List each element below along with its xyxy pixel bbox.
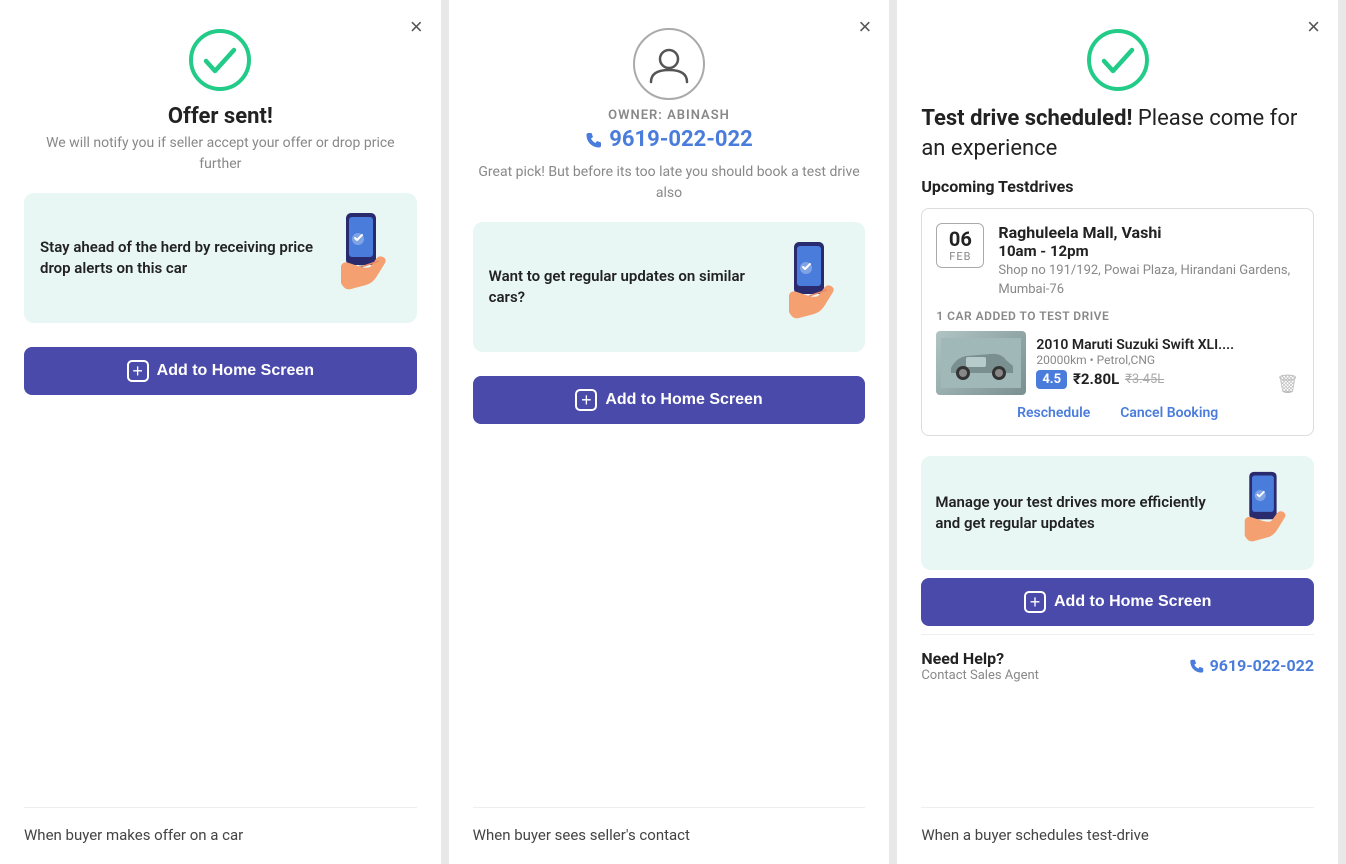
panel1-caption: When buyer makes offer on a car [24,807,417,844]
plus-icon-p1: + [127,360,149,382]
owner-phone[interactable]: 9619-022-022 [473,127,866,152]
venue-info: Raghuleela Mall, Vashi 10am - 12pm Shop … [998,223,1299,298]
add-home-screen-button-p1[interactable]: + Add to Home Screen [24,347,417,395]
updates-cta-box: Want to get regular updates on similar c… [473,222,866,352]
car-km: 20000km • Petrol,CNG [1036,353,1266,367]
help-sub: Contact Sales Agent [921,668,1039,683]
help-phone-text: 9619-022-022 [1210,656,1314,675]
date-box: 06 FEB [936,223,984,268]
venue-time: 10am - 12pm [998,242,1299,260]
owner-phone-text: 9619-022-022 [609,127,753,152]
venue-name: Raghuleela Mall, Vashi [998,223,1299,242]
car-thumbnail-image [936,331,1026,395]
close-button-panel3[interactable]: × [1307,16,1320,38]
car-name: 2010 Maruti Suzuki Swift XLI.... [1036,337,1266,353]
venue-address: Shop no 191/192, Powai Plaza, Hirandani … [998,262,1299,298]
phone-hand-illustration-p3 [1235,470,1300,556]
testdrive-title-bold: Test drive scheduled! [921,106,1132,131]
car-added-label: 1 CAR ADDED TO TEST DRIVE [936,309,1299,323]
owner-avatar [633,28,705,100]
car-info: 2010 Maruti Suzuki Swift XLI.... 20000km… [1036,337,1266,389]
add-home-label-p1: Add to Home Screen [157,362,314,380]
action-links: Reschedule Cancel Booking [936,405,1299,421]
panel-test-drive: × Test drive scheduled! Please come for … [897,0,1346,864]
plus-icon-p3: + [1024,591,1046,613]
delete-car-icon[interactable]: 🗑 [1276,374,1299,395]
panel2-caption: When buyer sees seller's contact [473,807,866,844]
manage-cta-text: Manage your test drives more efficiently… [935,492,1227,534]
add-home-screen-button-p2[interactable]: + Add to Home Screen [473,376,866,424]
cta-box-text-p1: Stay ahead of the herd by receiving pric… [40,237,321,279]
cancel-booking-link[interactable]: Cancel Booking [1120,405,1218,421]
offer-sent-subtitle: We will notify you if seller accept your… [24,133,417,175]
car-thumbnail [936,331,1026,395]
panel3-caption: When a buyer schedules test-drive [921,807,1314,844]
help-title: Need Help? [921,649,1039,668]
car-rating-badge: 4.5 [1036,370,1067,389]
help-row: Need Help? Contact Sales Agent 9619-022-… [921,634,1314,683]
testdrive-header: 06 FEB Raghuleela Mall, Vashi 10am - 12p… [936,223,1299,298]
price-drop-cta-box: Stay ahead of the herd by receiving pric… [24,193,417,323]
owner-label: OWNER: ABINASH [473,108,866,123]
add-home-screen-button-p3[interactable]: + Add to Home Screen [921,578,1314,626]
upcoming-label: Upcoming Testdrives [921,177,1314,196]
check-icon-p3 [1086,28,1150,92]
car-item: 2010 Maruti Suzuki Swift XLI.... 20000km… [936,331,1299,395]
panel-offer-sent: × Offer sent! We will notify you if sell… [0,0,449,864]
date-month: FEB [937,250,983,263]
car-price-now: ₹2.80L [1073,370,1119,388]
owner-desc: Great pick! But before its too late you … [473,162,866,204]
manage-testdrive-cta-box: Manage your test drives more efficiently… [921,456,1314,570]
add-home-label-p2: Add to Home Screen [605,391,762,409]
testdrive-card: 06 FEB Raghuleela Mall, Vashi 10am - 12p… [921,208,1314,435]
panel-seller-contact: × OWNER: ABINASH 9619-022-022 Great pick… [449,0,898,864]
car-price-old: ₹3.45L [1125,372,1164,387]
close-button-panel1[interactable]: × [410,16,423,38]
check-icon [188,28,252,92]
offer-sent-title: Offer sent! [24,104,417,129]
testdrive-title: Test drive scheduled! Please come for an… [921,104,1314,163]
plus-icon-p2: + [575,389,597,411]
car-price-row: 4.5 ₹2.80L ₹3.45L [1036,370,1266,389]
help-phone[interactable]: 9619-022-022 [1189,656,1314,675]
cta-box-text-p2: Want to get regular updates on similar c… [489,266,770,308]
help-text: Need Help? Contact Sales Agent [921,649,1039,683]
phone-hand-illustration-p2 [779,240,849,334]
reschedule-link[interactable]: Reschedule [1017,405,1090,421]
add-home-label-p3: Add to Home Screen [1054,593,1211,611]
close-button-panel2[interactable]: × [858,16,871,38]
date-day: 06 [937,228,983,250]
phone-hand-illustration-p1 [331,211,401,305]
